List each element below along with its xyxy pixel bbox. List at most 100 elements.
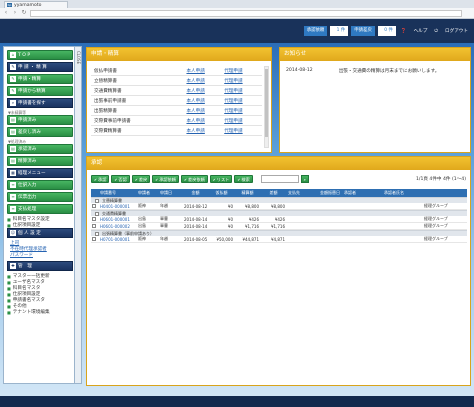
unapproved-label[interactable]: 承認依頼 — [303, 26, 328, 36]
document-icon: ▤ — [10, 129, 16, 135]
own-apply-link[interactable]: 本人申請 — [186, 78, 224, 84]
column-header[interactable]: 支払先 — [287, 190, 319, 196]
unapproved-count[interactable]: 1 件 — [330, 26, 349, 36]
apply-row: 交際費事前申請書 本人申請 代理申請 — [91, 116, 262, 126]
document-icon: ▤ — [10, 146, 16, 152]
reload-icon[interactable]: ↻ — [21, 10, 27, 16]
sidebar-admin-header: ✚ 管 理 — [7, 261, 73, 271]
check-icon: ✔ — [94, 178, 98, 182]
sidebar-close-toggle[interactable]: CLOSE — [75, 46, 82, 384]
group-checkbox[interactable] — [95, 211, 99, 216]
column-header[interactable]: 承認者 — [343, 190, 383, 196]
sidebar-item-applied[interactable]: ▤ 申請済み — [7, 115, 73, 125]
column-header[interactable]: 精算額 — [235, 190, 261, 196]
toolbar-button-2[interactable]: ✔差戻 — [131, 175, 151, 183]
approval-search-input[interactable] — [260, 175, 299, 183]
own-apply-link[interactable]: 本人申請 — [186, 88, 224, 94]
toolbar-button-0[interactable]: ✔承認 — [91, 175, 110, 183]
logout-link[interactable]: ログアウト — [443, 28, 470, 34]
sidebar-top-button[interactable]: ⌂ T O P — [7, 50, 73, 60]
application-number-link[interactable]: H0701-000001 — [99, 237, 137, 242]
approval-panel-title: 承認 — [87, 157, 470, 170]
table-cell: ¥0 — [227, 203, 233, 209]
sidebar-item-approved[interactable]: ▤ 承認済み — [7, 144, 73, 154]
sidebar-item-apply-settle[interactable]: ✎ 申請から精算 — [7, 86, 73, 96]
own-apply-link[interactable]: 本人申請 — [186, 128, 224, 134]
toolbar-button-5[interactable]: ✔リスト — [209, 175, 233, 183]
apply-scrollbar[interactable] — [264, 66, 269, 148]
row-checkbox[interactable] — [92, 236, 96, 241]
application-number-link[interactable]: H0601-000002 — [99, 224, 137, 229]
proxy-apply-link[interactable]: 代理申請 — [224, 128, 262, 134]
application-number-link[interactable]: H0401-000001 — [99, 204, 137, 209]
sidebar-item-admin-6[interactable]: ■ テナント環境編集 — [7, 309, 73, 316]
column-header[interactable]: 金額 — [183, 190, 209, 196]
column-header[interactable]: 差額 — [261, 190, 287, 196]
forward-icon[interactable]: › — [12, 10, 18, 16]
sidebar-item-returned[interactable]: ▤ 差戻し済み — [7, 127, 73, 137]
toolbar-button-label: 否認 — [118, 177, 127, 182]
own-apply-link[interactable]: 本人申請 — [186, 108, 224, 114]
logout-icon[interactable]: ⏻ — [432, 28, 440, 34]
document-icon: ▤ — [10, 117, 16, 123]
toolbar-button-1[interactable]: ✔否認 — [111, 175, 130, 183]
row-checkbox-cell — [91, 236, 99, 242]
own-apply-link[interactable]: 本人申請 — [186, 118, 224, 124]
column-header[interactable]: 申請日 — [159, 190, 183, 196]
proxy-apply-link[interactable]: 代理申請 — [224, 78, 262, 84]
search-icon[interactable]: ⌕ — [300, 175, 309, 183]
toolbar-button-4[interactable]: ✔差戻依頼 — [181, 175, 208, 183]
toolbar-button-label: 差戻依頼 — [188, 177, 205, 182]
application-number-link[interactable]: H0601-000001 — [99, 217, 137, 222]
help-icon[interactable]: ❓ — [399, 29, 409, 34]
proxy-apply-link[interactable]: 代理申請 — [224, 88, 262, 94]
row-checkbox[interactable] — [92, 216, 96, 221]
sidebar-item-apply[interactable]: ✎ 申請・精算 — [7, 74, 73, 84]
row-checkbox[interactable] — [92, 223, 96, 228]
check-icon: ✔ — [114, 178, 118, 182]
browser-tab-title: yyamamoto — [14, 2, 42, 8]
back-icon[interactable]: ‹ — [3, 10, 9, 16]
proxy-apply-link[interactable]: 代理申請 — [224, 68, 262, 74]
toolbar-button-3[interactable]: ✔承認依頼 — [152, 175, 179, 183]
approval-table: 申請番号 申請者 申請日 金額 仮払額 精算額 差額 支払先 金額振替日 承認者 承認者氏名 立替精算… — [91, 189, 467, 243]
sidebar-item-payment[interactable]: ≡ 支払処理 — [7, 204, 73, 214]
column-header[interactable]: 申請番号 — [99, 190, 137, 196]
toolbar-button-label: 承認 — [98, 177, 107, 182]
scrollbar-thumb[interactable] — [265, 69, 268, 137]
sidebar-item-journal[interactable]: ≡ 仕訳入力 — [7, 180, 73, 190]
sidebar-item-voucher[interactable]: ≡ 伝票出力 — [7, 192, 73, 202]
toolbar-button-6[interactable]: ✔検索 — [234, 175, 253, 183]
bullet-icon: ■ — [7, 285, 11, 291]
proxy-apply-link[interactable]: 代理申請 — [224, 118, 262, 124]
column-header[interactable]: 申請者 — [137, 190, 159, 196]
table-cell: 経理グループ — [424, 223, 448, 228]
table-cell: 軍曹 — [160, 216, 168, 221]
column-header[interactable]: 承認者氏名 — [383, 190, 423, 196]
own-apply-link[interactable]: 本人申請 — [186, 68, 224, 74]
list-icon: ≡ — [10, 182, 16, 188]
home-icon: ⌂ — [10, 52, 16, 58]
browser-toolbar: ‹ › ↻ — [0, 8, 474, 19]
table-cell: ¥1,716 — [245, 223, 259, 229]
table-row: H0601-000001 出島 軍曹 2014-08-14 ¥0 ¥426 ¥426 経理グル… — [91, 216, 467, 223]
help-link[interactable]: ヘルプ — [412, 28, 430, 34]
row-checkbox[interactable] — [92, 203, 96, 208]
column-header[interactable]: 仮払額 — [209, 190, 235, 196]
toolbar-button-label: 承認依頼 — [159, 177, 176, 182]
own-apply-link[interactable]: 本人申請 — [186, 98, 224, 104]
browser-tab[interactable]: bp yyamamoto — [4, 1, 68, 8]
bullet-icon: ■ — [7, 279, 11, 285]
sidebar-accounting-header: ▦ 経理メニュー — [7, 168, 73, 178]
pending-count[interactable]: 0 件 — [377, 26, 396, 36]
notice-date: 2014-08-12 — [286, 68, 313, 73]
group-checkbox[interactable] — [95, 231, 99, 236]
proxy-apply-link[interactable]: 代理申請 — [224, 108, 262, 114]
group-checkbox[interactable] — [95, 198, 99, 203]
sidebar-item-settled[interactable]: ▤ 精算済み — [7, 156, 73, 166]
proxy-apply-link[interactable]: 代理申請 — [224, 98, 262, 104]
column-header[interactable]: 金額振替日 — [319, 190, 343, 196]
pending-label[interactable]: 申請差戻 — [351, 26, 375, 36]
address-bar[interactable] — [30, 9, 462, 17]
row-checkbox-cell — [91, 216, 99, 222]
